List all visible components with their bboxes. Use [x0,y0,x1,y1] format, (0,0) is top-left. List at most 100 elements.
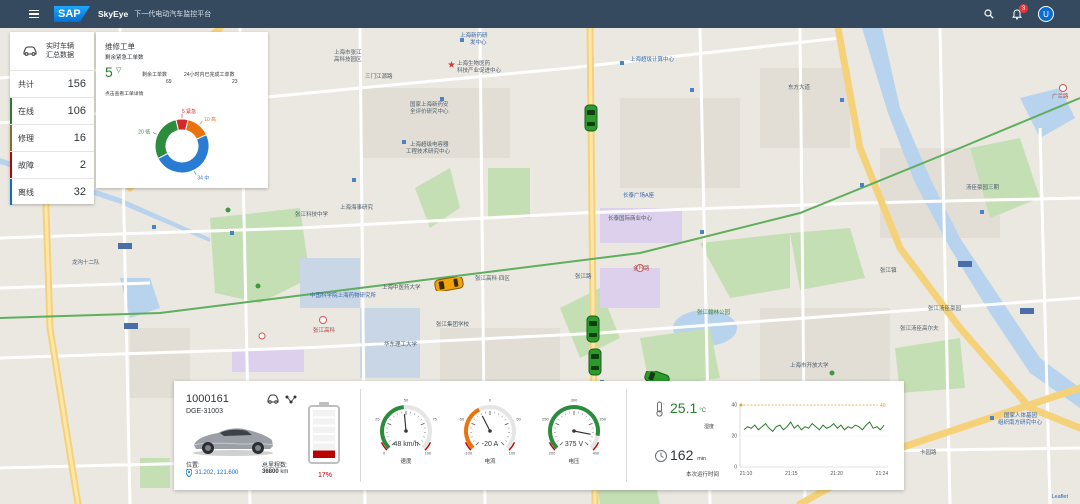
summary-row-fault[interactable]: 故障 2 [10,151,94,178]
gauge-tick [473,419,476,421]
summary-title-line2: 汇总数据 [46,52,74,59]
map-label: 张江汤臣高尔夫 [900,326,939,332]
thermometer-icon: ° [656,401,665,417]
map-label: 长泰国际商业中心 [608,216,653,222]
gauge-tick [420,422,425,426]
y-tick-label: 0 [734,465,737,471]
gauge-tick [389,419,392,421]
gauge-tick [413,413,416,416]
star-poi-icon [448,61,455,68]
donut-leader-line [194,171,197,175]
donut-leader-line [199,120,203,125]
map-label: 张江高科 [313,328,336,334]
summary-row-label: 共计 [18,79,34,89]
gauge-tick [480,413,483,416]
voltage-value: 375 V [564,441,584,448]
map-label: 中国科学院上海药物研究所 [310,293,377,299]
run-time-value: 162 min [670,447,706,463]
map-label: 发中心 [470,40,487,46]
remaining-orders-value: 69 [166,79,172,85]
vehicle-marker-online[interactable] [588,348,602,376]
gauge-tick [423,436,426,438]
gauge-tick-label: 200 [549,450,556,455]
notification-badge: 3 [1019,4,1028,13]
work-order-details-link[interactable]: 点击查看工单详情 [105,90,143,97]
battery-segment [313,443,335,450]
summary-row-online[interactable]: 在线 106 [10,97,94,124]
vehicle-plate: DGE-31003 [186,408,223,415]
work-order-donut-chart[interactable]: 5 紧急 10 高 34 中 20 低 [120,102,244,188]
map-label: 三门江源路 [365,74,393,80]
map-label: 组织南方研究中心 [998,420,1043,426]
series-line [743,421,885,433]
gauge-tick [420,419,423,421]
temperature-number: 25.1 [670,400,698,416]
gauge-hub [488,429,492,433]
map-label: 高科技园区 [334,57,362,63]
vehicle-marker-online[interactable] [584,104,598,132]
summary-row-value: 106 [67,105,86,117]
sap-logo[interactable]: SAP [54,6,90,22]
map-label: 长泰广场A座 [623,193,655,199]
location-pin-icon [186,469,192,477]
gauge-tick-label: 100 [509,450,516,455]
menu-icon[interactable] [20,0,48,28]
donut-label: 10 高 [204,116,216,123]
search-icon[interactable] [982,7,996,21]
summary-row-repair[interactable]: 修理 16 [10,124,94,151]
run-time-icon [655,450,667,462]
vehicle-summary-panel: 实时车辆 汇总数据 共计 156 在线 106 修理 16 故障 2 离线 32 [10,32,94,205]
map-label: 张江集团学校 [436,322,470,328]
app-subtitle: 下一代电动汽车监控平台 [134,11,212,18]
gauge-tick [504,422,509,426]
car-track-icon[interactable] [266,394,280,404]
gauge-tick-label: 0 [489,399,492,403]
donut-slice-低[interactable] [154,119,179,160]
work-order-title: 维修工单 [105,42,135,51]
work-order-panel[interactable]: 维修工单 剩余紧急工单数 5 ▽ 剩余工单数 69 24小时内已完成工单数 23… [96,32,268,188]
voltage-label: 电压 [568,459,580,465]
run-time-number: 162 [670,447,694,463]
trend-down-icon: ▽ [116,67,122,74]
temperature-line-chart[interactable]: 0 20 40 40 21:10 21:15 21:20 21:24 [722,395,894,479]
speed-label: 速度 [400,459,412,465]
vehicle-id: 1000161 [186,393,229,405]
y-tick-label: 40 [731,403,737,409]
reference-label: 40 [880,403,886,409]
app-name: SkyEye [98,9,129,19]
temperature-unit: °C [699,408,706,414]
map-label: 上海超级计算中心 [630,57,675,63]
x-tick-label: 21:15 [785,471,798,477]
gauge-tick-label: 25 [375,417,380,422]
summary-row-label: 故障 [18,160,34,170]
vehicle-detail-panel: 1000161 DGE-31003 位置: 31.202, 121.600 总里… [174,381,904,490]
summary-row-total[interactable]: 共计 156 [10,70,94,97]
reference-marker [739,403,743,407]
gauge-tick-label: 250 [542,417,549,422]
speed-value: 48 km/h [393,441,419,448]
gauge-tick-label: -50 [458,417,465,422]
user-avatar[interactable]: U [1038,6,1054,22]
summary-row-label: 修理 [18,133,34,143]
position-value[interactable]: 31.202, 121.600 [186,469,238,477]
map-label: 龙沟十二队 [72,260,100,266]
gauge-tick [470,436,473,438]
map-attribution[interactable]: Leaflet [1051,494,1068,500]
vehicle-marker-repair[interactable] [434,277,464,291]
gauge-tick [507,436,510,438]
vehicle-marker-online[interactable] [586,315,600,343]
shell-bar: SAP SkyEye 下一代电动汽车监控平台 3 U [0,0,1080,28]
route-share-icon[interactable] [284,394,298,404]
notification-bell-icon[interactable]: 3 [1010,4,1028,21]
gauge-tick-label: 50 [516,417,521,422]
gauge-tick [386,436,389,438]
summary-row-value: 32 [73,186,86,198]
svg-text:°: ° [663,402,665,407]
x-tick-label: 21:10 [740,471,753,477]
gauge-tick [504,419,507,421]
gauge-needle [481,415,491,432]
map-label: 广兰路 [1052,94,1069,100]
summary-row-offline[interactable]: 离线 32 [10,178,94,205]
map-label: 张江汤臣豪园 [928,306,962,312]
map-label: 上海海事研究 [340,205,374,211]
